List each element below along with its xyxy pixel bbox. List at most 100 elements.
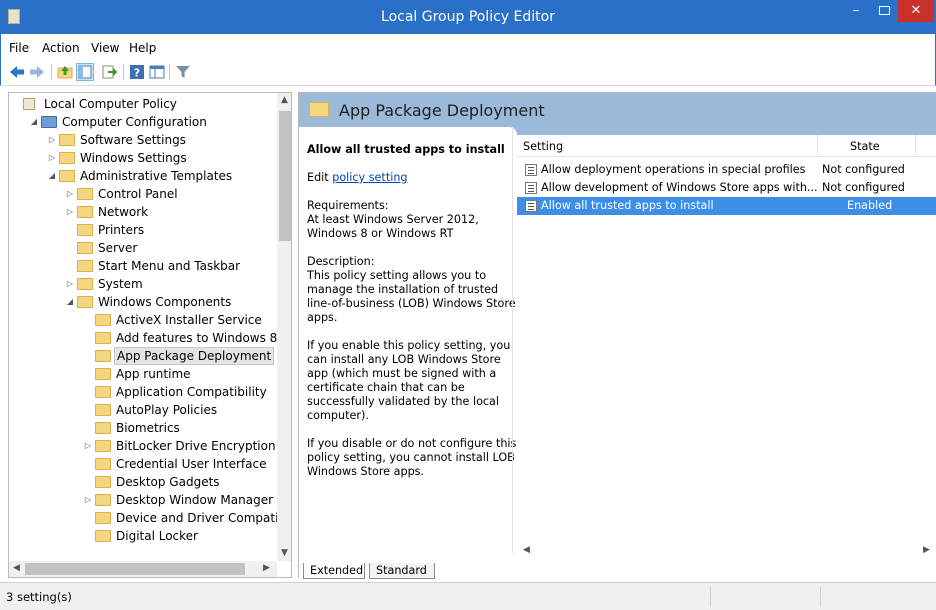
folder-icon xyxy=(59,170,75,182)
minimize-button[interactable]: – xyxy=(842,0,870,22)
close-button[interactable]: ✕ xyxy=(898,0,934,22)
pane-divider xyxy=(512,127,513,553)
scroll-up-icon[interactable]: ▲ xyxy=(281,95,288,105)
forward-icon[interactable] xyxy=(29,64,45,80)
tree-horizontal-scrollbar[interactable]: ◀ ▶ xyxy=(9,561,277,577)
tree-item[interactable]: Device and Driver Compatibili xyxy=(9,509,291,527)
tree-item[interactable]: ActiveX Installer Service xyxy=(9,311,277,329)
tree-item[interactable]: ◢ Windows Components xyxy=(9,293,277,311)
tree-item[interactable]: Printers xyxy=(9,221,277,239)
show-hide-tree-icon[interactable] xyxy=(76,63,94,81)
policy-setting-icon xyxy=(525,164,537,176)
tree-item-label: Biometrics xyxy=(116,421,180,435)
filter-icon[interactable] xyxy=(175,64,191,80)
setting-state: Not configured xyxy=(822,181,905,194)
tree-item[interactable]: ▷ Windows Settings xyxy=(9,149,277,167)
expand-arrow-icon[interactable]: ▷ xyxy=(65,203,75,221)
tree-item-label: Application Compatibility xyxy=(116,385,267,399)
tree-item[interactable]: Start Menu and Taskbar xyxy=(9,257,277,275)
toolbar: ? xyxy=(0,60,936,86)
tree-item[interactable]: ▷ Control Panel xyxy=(9,185,277,203)
status-separator xyxy=(710,587,711,607)
tree-item-label: Windows Settings xyxy=(80,151,187,165)
expand-arrow-icon[interactable]: ▷ xyxy=(83,437,93,455)
tree-item-label: Add features to Windows 8.1 I xyxy=(116,331,292,345)
tree-item[interactable]: ▷ Network xyxy=(9,203,277,221)
folder-icon xyxy=(95,458,111,470)
scrollbar-thumb[interactable] xyxy=(279,111,291,241)
scroll-right-icon[interactable]: ▶ xyxy=(923,545,930,555)
extended-view-icon[interactable] xyxy=(149,64,165,80)
folder-icon xyxy=(77,242,93,254)
menu-action[interactable]: Action xyxy=(42,41,80,55)
setting-row[interactable]: Allow deployment operations in special p… xyxy=(517,161,936,179)
up-folder-icon[interactable] xyxy=(57,64,73,80)
scroll-left-icon[interactable]: ◀ xyxy=(523,545,530,555)
toolbar-separator xyxy=(123,64,124,80)
scroll-right-icon[interactable]: ▶ xyxy=(263,563,270,573)
tree-item[interactable]: Credential User Interface xyxy=(9,455,277,473)
tree-item[interactable]: Digital Locker xyxy=(9,527,277,545)
tree-item[interactable]: Application Compatibility xyxy=(9,383,277,401)
column-header-state[interactable]: State xyxy=(850,140,880,153)
tree-item[interactable]: Server xyxy=(9,239,277,257)
collapse-arrow-icon[interactable]: ◢ xyxy=(65,293,75,311)
export-list-icon[interactable] xyxy=(101,64,117,80)
folder-icon xyxy=(95,476,111,488)
tree-item[interactable]: App Package Deployment xyxy=(9,347,277,365)
expand-arrow-icon[interactable]: ▷ xyxy=(47,131,57,149)
setting-name: Allow development of Windows Store apps … xyxy=(541,181,818,194)
setting-row[interactable]: Allow all trusted apps to install Enabled xyxy=(517,197,936,215)
tree-item[interactable]: Add features to Windows 8.1 I xyxy=(9,329,291,347)
list-horizontal-scrollbar[interactable]: ◀ ▶ xyxy=(517,543,936,559)
menu-file[interactable]: File xyxy=(9,41,29,55)
setting-row[interactable]: Allow development of Windows Store apps … xyxy=(517,179,936,197)
tree-item-label: Desktop Gadgets xyxy=(116,475,220,489)
tree-item[interactable]: AutoPlay Policies xyxy=(9,401,277,419)
tree-item[interactable]: App runtime xyxy=(9,365,277,383)
maximize-button[interactable] xyxy=(870,0,898,22)
scrollbar-thumb[interactable] xyxy=(25,563,245,575)
description-paragraph: If you disable or do not configure this … xyxy=(307,437,517,478)
expand-arrow-icon[interactable]: ▷ xyxy=(65,185,75,203)
tree-item[interactable]: ▷ System xyxy=(9,275,277,293)
help-icon[interactable]: ? xyxy=(129,64,145,80)
tree-item[interactable]: ◢ Computer Configuration xyxy=(9,113,277,131)
expand-arrow-icon[interactable]: ▷ xyxy=(47,149,57,167)
tree-item[interactable]: Desktop Gadgets xyxy=(9,473,277,491)
tree-item-label: Desktop Window Manager xyxy=(116,493,274,507)
tab-standard[interactable]: Standard xyxy=(369,563,435,579)
folder-icon xyxy=(95,404,111,416)
tree-item[interactable]: Biometrics xyxy=(9,419,277,437)
tree-item[interactable]: ◢ Administrative Templates xyxy=(9,167,277,185)
scroll-left-icon[interactable]: ◀ xyxy=(13,563,20,573)
back-icon[interactable] xyxy=(9,64,25,80)
tree-item[interactable]: Local Computer Policy xyxy=(9,95,277,113)
column-header-setting[interactable]: Setting xyxy=(523,140,563,153)
setting-name: Allow deployment operations in special p… xyxy=(541,163,806,176)
folder-icon xyxy=(95,368,111,380)
expand-arrow-icon[interactable]: ▷ xyxy=(83,491,93,509)
collapse-arrow-icon[interactable]: ◢ xyxy=(47,167,57,185)
tree-vertical-scrollbar[interactable]: ▲ ▼ xyxy=(277,93,291,561)
tree-item-label: BitLocker Drive Encryption xyxy=(116,439,276,453)
folder-icon xyxy=(77,206,93,218)
tab-extended[interactable]: Extended xyxy=(303,563,365,579)
description-paragraph: This policy setting allows you to manage… xyxy=(307,269,516,324)
policy-setting-link[interactable]: policy setting xyxy=(332,171,407,184)
menu-bar: File Action View Help xyxy=(0,34,936,60)
tree-item[interactable]: ▷ BitLocker Drive Encryption xyxy=(9,437,277,455)
column-separator[interactable] xyxy=(915,135,916,157)
expand-arrow-icon[interactable]: ▷ xyxy=(65,275,75,293)
menu-help[interactable]: Help xyxy=(129,41,156,55)
tree-item[interactable]: ▷ Software Settings xyxy=(9,131,277,149)
column-separator[interactable] xyxy=(817,135,818,157)
collapse-arrow-icon[interactable]: ◢ xyxy=(29,113,39,131)
menu-view[interactable]: View xyxy=(91,41,119,55)
scroll-down-icon[interactable]: ▼ xyxy=(281,548,288,558)
node-title: App Package Deployment xyxy=(339,101,545,120)
tree-item[interactable]: ▷ Desktop Window Manager xyxy=(9,491,277,509)
view-tabs: Extended Standard xyxy=(299,563,936,579)
folder-icon xyxy=(95,440,111,452)
tree-item-label: Network xyxy=(98,205,149,219)
